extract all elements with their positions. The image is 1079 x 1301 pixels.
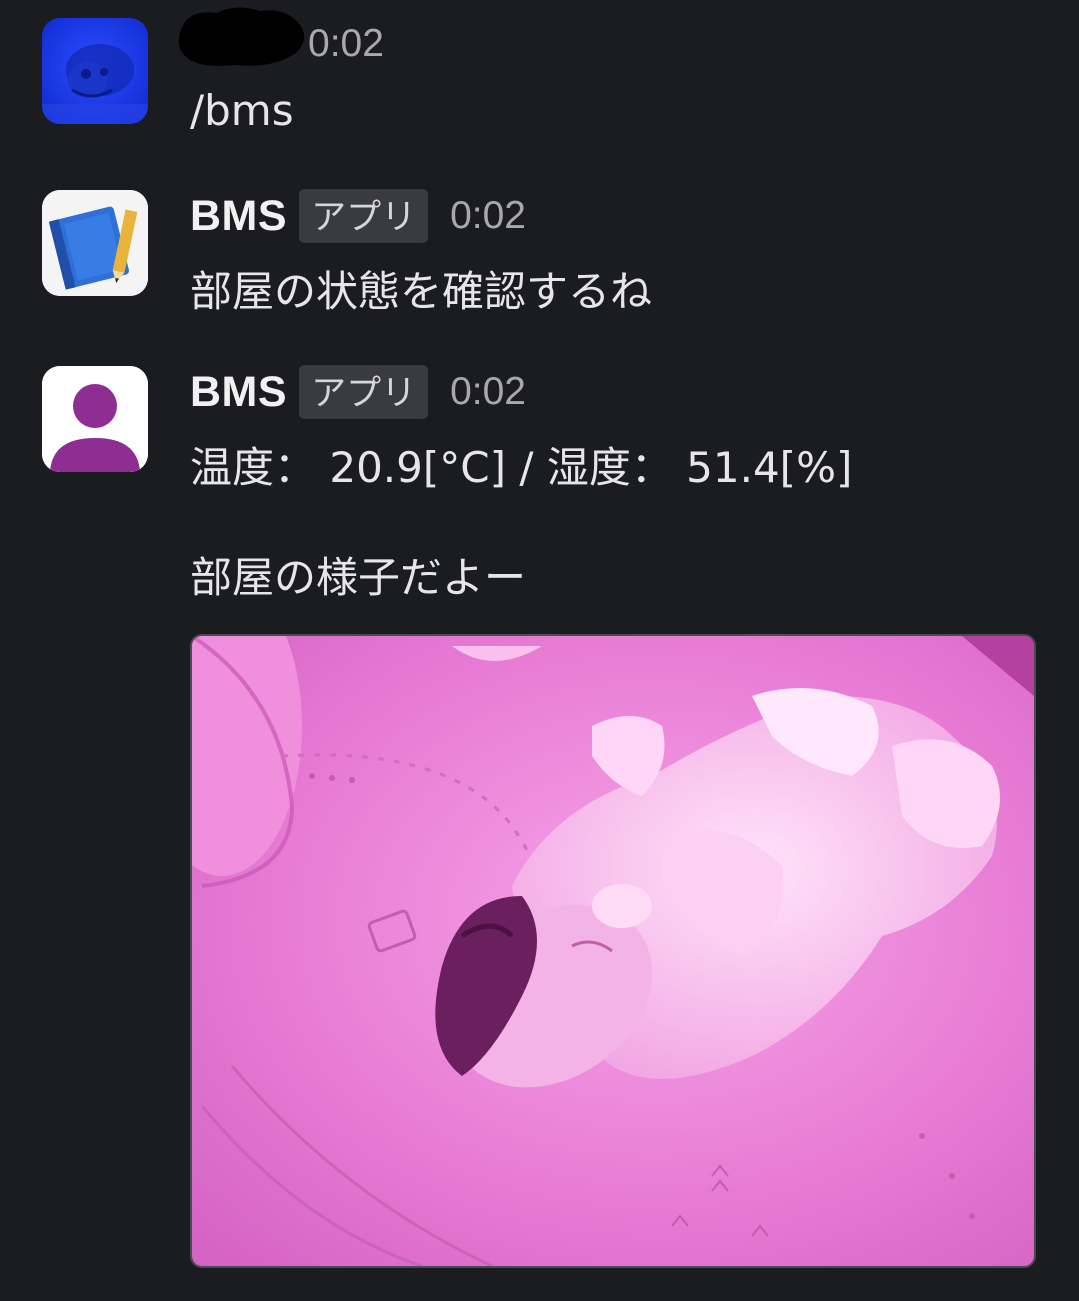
message-text: 部屋の様子だよー	[190, 553, 527, 602]
app-badge: アプリ	[299, 365, 429, 419]
fish-photo-avatar-icon[interactable]	[42, 18, 148, 124]
sensor-readout: 温度： 20.9[°C] / 湿度： 51.4[%]	[190, 443, 853, 492]
timestamp[interactable]: 0:02	[450, 194, 526, 238]
sender-name[interactable]: BMS	[190, 192, 287, 241]
app-badge: アプリ	[299, 189, 429, 243]
message-header: 0:02	[306, 14, 384, 74]
notebook-pencil-icon[interactable]	[42, 190, 148, 296]
infrared-camera-photo-icon[interactable]	[190, 634, 1036, 1268]
message-header: BMS アプリ 0:02	[190, 186, 526, 246]
timestamp[interactable]: 0:02	[450, 370, 526, 414]
message-feed: 0:02 /bms BMS アプリ 0:02 部屋の状態を確認するね BMS ア…	[0, 0, 1079, 1301]
redacted-name-mark	[178, 7, 305, 66]
message-header: BMS アプリ 0:02	[190, 362, 526, 422]
message-text: 部屋の状態を確認するね	[190, 267, 653, 316]
default-user-icon[interactable]	[42, 366, 148, 472]
message-text: /bms	[190, 86, 294, 135]
sender-name[interactable]: BMS	[190, 368, 287, 417]
timestamp[interactable]: 0:02	[308, 22, 384, 66]
